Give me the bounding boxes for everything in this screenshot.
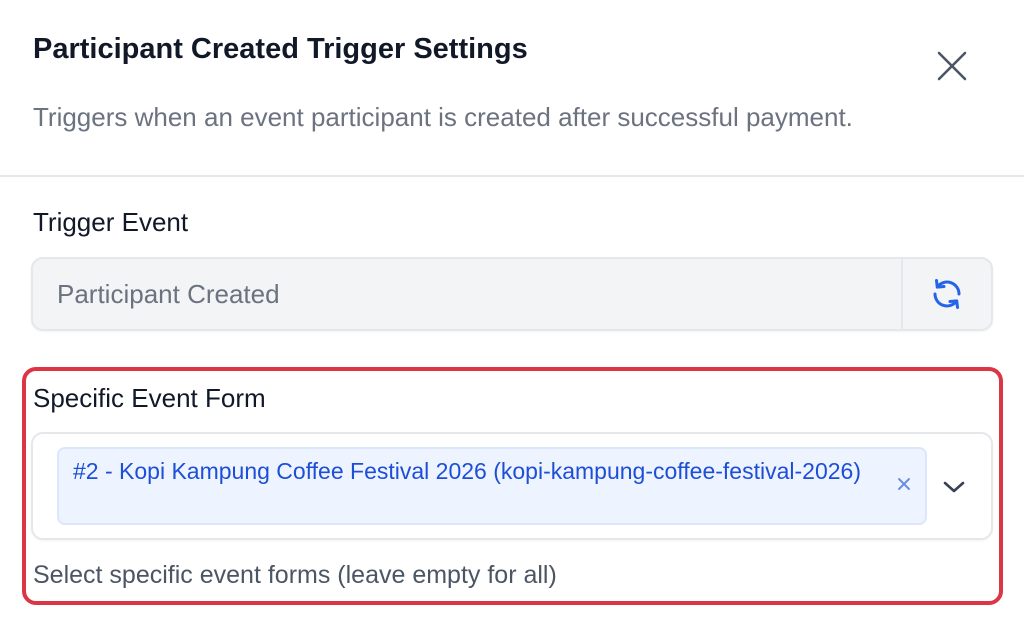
- remove-chip-button[interactable]: [891, 471, 917, 497]
- trigger-settings-modal: Participant Created Trigger Settings Tri…: [0, 0, 1024, 642]
- close-icon: [937, 51, 967, 81]
- modal-title: Participant Created Trigger Settings: [33, 33, 528, 65]
- close-button[interactable]: [930, 44, 974, 88]
- event-form-select[interactable]: #2 - Kopi Kampung Coffee Festival 2026 (…: [31, 432, 993, 540]
- event-form-help-text: Select specific event forms (leave empty…: [33, 561, 557, 589]
- modal-header: Participant Created Trigger Settings Tri…: [0, 0, 1024, 177]
- event-form-label: Specific Event Form: [33, 383, 266, 413]
- remove-x-icon: [898, 478, 910, 490]
- trigger-event-field: [31, 257, 993, 331]
- refresh-icon: [933, 279, 961, 309]
- trigger-event-input[interactable]: [33, 259, 901, 329]
- refresh-trigger-button[interactable]: [901, 259, 991, 329]
- dropdown-toggle[interactable]: [939, 472, 969, 502]
- selected-form-chip-label: #2 - Kopi Kampung Coffee Festival 2026 (…: [73, 458, 861, 484]
- modal-subtitle: Triggers when an event participant is cr…: [33, 102, 853, 132]
- selected-form-chip: #2 - Kopi Kampung Coffee Festival 2026 (…: [57, 447, 927, 525]
- trigger-event-label: Trigger Event: [33, 207, 189, 237]
- chevron-down-icon: [943, 481, 965, 493]
